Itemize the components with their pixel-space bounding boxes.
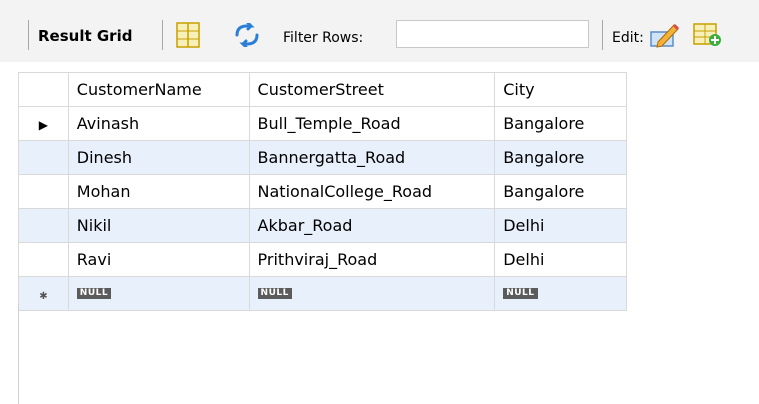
filter-rows-input[interactable] bbox=[396, 20, 589, 48]
new-row-asterisk-icon: ✱ bbox=[39, 291, 48, 302]
row-indicator bbox=[18, 208, 69, 243]
table-row[interactable]: ▶ Avinash Bull_Temple_Road Bangalore bbox=[18, 106, 627, 141]
result-grid: CustomerName CustomerStreet City ▶ Avina… bbox=[18, 72, 627, 311]
cell-customername[interactable]: Nikil bbox=[67, 208, 250, 243]
toolbar-separator bbox=[602, 20, 603, 50]
null-badge: NULL bbox=[76, 288, 112, 299]
new-row[interactable]: ✱ NULL NULL NULL bbox=[18, 276, 627, 311]
null-badge: NULL bbox=[257, 288, 292, 299]
cell-customerstreet-new[interactable]: NULL bbox=[248, 276, 496, 311]
cell-customername[interactable]: Dinesh bbox=[67, 140, 250, 175]
cell-customerstreet[interactable]: Akbar_Road bbox=[248, 208, 496, 243]
cell-customerstreet[interactable]: NationalCollege_Road bbox=[248, 174, 496, 209]
grid-layout-icon[interactable] bbox=[176, 22, 200, 52]
add-row-icon[interactable] bbox=[693, 22, 723, 52]
cell-city[interactable]: Delhi bbox=[494, 242, 627, 277]
cell-city[interactable]: Bangalore bbox=[494, 174, 627, 209]
toolbar-separator bbox=[28, 20, 29, 50]
edit-pencil-icon[interactable] bbox=[650, 22, 680, 52]
row-indicator-header bbox=[18, 72, 69, 107]
cell-city[interactable]: Bangalore bbox=[494, 140, 627, 175]
toolbar-separator bbox=[162, 20, 163, 50]
cell-city[interactable]: Delhi bbox=[494, 208, 627, 243]
row-indicator bbox=[18, 140, 69, 175]
table-row[interactable]: Mohan NationalCollege_Road Bangalore bbox=[18, 174, 627, 209]
new-row-indicator: ✱ bbox=[18, 276, 69, 311]
cell-customerstreet[interactable]: Prithviraj_Road bbox=[248, 242, 496, 277]
cell-customername[interactable]: Mohan bbox=[67, 174, 250, 209]
cell-customername-new[interactable]: NULL bbox=[67, 276, 250, 311]
result-grid-label[interactable]: Result Grid bbox=[38, 26, 132, 46]
table-header-row: CustomerName CustomerStreet City bbox=[18, 72, 627, 107]
column-header-customername[interactable]: CustomerName bbox=[67, 72, 250, 107]
null-badge: NULL bbox=[503, 288, 538, 299]
grid-left-edge bbox=[18, 304, 19, 404]
cell-customerstreet[interactable]: Bannergatta_Road bbox=[248, 140, 496, 175]
table-row[interactable]: Dinesh Bannergatta_Road Bangalore bbox=[18, 140, 627, 175]
result-table: CustomerName CustomerStreet City ▶ Avina… bbox=[18, 72, 627, 311]
current-row-indicator: ▶ bbox=[18, 106, 69, 141]
row-indicator bbox=[18, 242, 69, 277]
column-header-customerstreet[interactable]: CustomerStreet bbox=[248, 72, 496, 107]
edit-label: Edit: bbox=[612, 30, 644, 46]
cell-customername[interactable]: Ravi bbox=[67, 242, 250, 277]
row-indicator bbox=[18, 174, 69, 209]
column-header-city[interactable]: City bbox=[494, 72, 627, 107]
cell-city[interactable]: Bangalore bbox=[494, 106, 627, 141]
table-row[interactable]: Ravi Prithviraj_Road Delhi bbox=[18, 242, 627, 277]
refresh-icon[interactable] bbox=[233, 21, 269, 51]
table-row[interactable]: Nikil Akbar_Road Delhi bbox=[18, 208, 627, 243]
current-row-arrow-icon: ▶ bbox=[38, 118, 48, 132]
cell-city-new[interactable]: NULL bbox=[494, 276, 627, 311]
cell-customerstreet[interactable]: Bull_Temple_Road bbox=[248, 106, 496, 141]
filter-rows-label: Filter Rows: bbox=[283, 30, 364, 46]
result-grid-toolbar: Result Grid Filter Rows: Edit: bbox=[0, 0, 759, 62]
cell-customername[interactable]: Avinash bbox=[67, 106, 250, 141]
